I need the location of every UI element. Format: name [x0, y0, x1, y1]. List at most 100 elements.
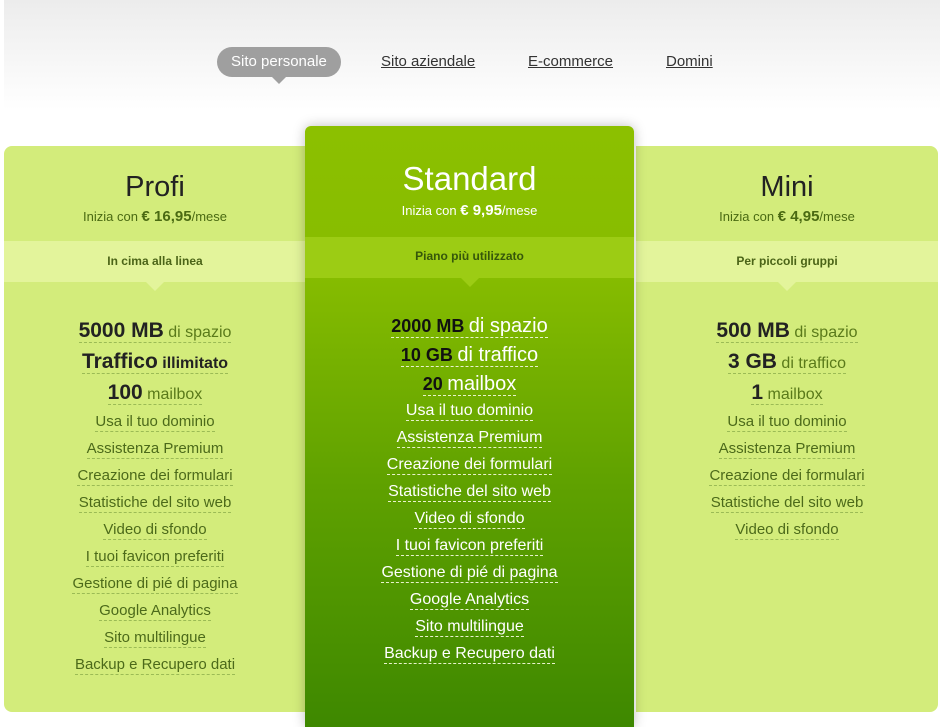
- plan-name: Mini: [760, 171, 814, 203]
- highlight-value: 20: [422, 374, 443, 394]
- feature-item[interactable]: Video di sfondo: [4, 517, 306, 544]
- highlight-mailbox: 20 mailbox: [305, 369, 634, 398]
- feature-item[interactable]: Sito multilingue: [305, 614, 634, 641]
- feature-item[interactable]: Statistiche del sito web: [4, 490, 306, 517]
- feature-label: Gestione di pié di pagina: [72, 575, 238, 594]
- plan-price: Inizia con € 4,95/mese: [636, 208, 938, 225]
- price-prefix: Inizia con: [401, 203, 457, 218]
- highlight-storage: 500 MB di spazio: [636, 316, 938, 347]
- feature-item[interactable]: Backup e Recupero dati: [4, 652, 306, 679]
- price-suffix: /mese: [501, 203, 538, 218]
- tab-sito-personale[interactable]: Sito personale: [217, 47, 341, 84]
- feature-label: Statistiche del sito web: [710, 494, 864, 513]
- plan-name: Standard: [402, 160, 537, 197]
- feature-label: Gestione di pié di pagina: [381, 564, 558, 583]
- highlight-value: 3 GB: [727, 350, 777, 373]
- feature-label: Usa il tuo dominio: [95, 413, 215, 432]
- price-amount: € 16,95: [141, 208, 192, 225]
- tab-domini[interactable]: Domini: [666, 47, 713, 77]
- feature-label: Video di sfondo: [414, 510, 525, 529]
- feature-label: Creazione dei formulari: [709, 467, 865, 486]
- highlight-value: 1: [751, 381, 764, 404]
- highlight-value: 2000 MB: [391, 316, 465, 336]
- plan-price: Inizia con € 9,95/mese: [305, 202, 634, 219]
- feature-label: Usa il tuo dominio: [727, 413, 847, 432]
- price-prefix: Inizia con: [719, 209, 775, 224]
- feature-label: I tuoi favicon preferiti: [395, 537, 544, 556]
- feature-label: Backup e Recupero dati: [384, 645, 555, 664]
- feature-list: 2000 MB di spazio 10 GB di traffico 20 m…: [305, 311, 634, 668]
- highlight-mailbox: 1 mailbox: [636, 378, 938, 409]
- feature-item[interactable]: Usa il tuo dominio: [305, 398, 634, 425]
- price-amount: € 9,95: [460, 202, 502, 219]
- feature-label: Creazione dei formulari: [386, 456, 553, 475]
- plan-tagline: Per piccoli gruppi: [636, 241, 938, 291]
- feature-label: Assistenza Premium: [718, 440, 856, 459]
- price-suffix: /mese: [191, 209, 227, 224]
- highlight-value: Traffico: [81, 350, 158, 373]
- highlight-mailbox: 100 mailbox: [4, 378, 306, 409]
- feature-item[interactable]: Assistenza Premium: [4, 436, 306, 463]
- price-amount: € 4,95: [777, 208, 820, 225]
- highlight-unit: illimitato: [162, 355, 229, 372]
- feature-label: Google Analytics: [99, 602, 211, 621]
- highlight-unit: di spazio: [794, 324, 858, 341]
- feature-item[interactable]: Assistenza Premium: [305, 425, 634, 452]
- feature-list: 5000 MB di spazio Traffico illimitato 10…: [4, 316, 306, 679]
- feature-item[interactable]: Google Analytics: [4, 598, 306, 625]
- feature-item[interactable]: Google Analytics: [305, 587, 634, 614]
- feature-label: Video di sfondo: [735, 521, 839, 540]
- feature-label: Assistenza Premium: [396, 429, 543, 448]
- highlight-unit: mailbox: [447, 373, 517, 395]
- feature-item[interactable]: Creazione dei formulari: [4, 463, 306, 490]
- feature-item[interactable]: Statistiche del sito web: [636, 490, 938, 517]
- feature-item[interactable]: Video di sfondo: [636, 517, 938, 544]
- feature-item[interactable]: Gestione di pié di pagina: [305, 560, 634, 587]
- feature-item[interactable]: Video di sfondo: [305, 506, 634, 533]
- tab-sito-aziendale[interactable]: Sito aziendale: [381, 47, 475, 77]
- highlight-unit: di spazio: [468, 315, 548, 337]
- feature-item[interactable]: Sito multilingue: [4, 625, 306, 652]
- feature-item[interactable]: Statistiche del sito web: [305, 479, 634, 506]
- feature-item[interactable]: Usa il tuo dominio: [636, 409, 938, 436]
- highlight-traffic: 3 GB di traffico: [636, 347, 938, 378]
- highlight-unit: di spazio: [168, 324, 232, 341]
- feature-label: Creazione dei formulari: [77, 467, 233, 486]
- plan-name: Profi: [125, 171, 185, 203]
- feature-label: I tuoi favicon preferiti: [85, 548, 225, 567]
- highlight-value: 100: [107, 381, 143, 404]
- feature-label: Video di sfondo: [103, 521, 207, 540]
- price-prefix: Inizia con: [83, 209, 138, 224]
- highlight-value: 500 MB: [716, 319, 790, 342]
- plan-card-profi[interactable]: Profi Inizia con € 16,95/mese In cima al…: [4, 146, 306, 712]
- highlight-value: 10 GB: [400, 345, 453, 365]
- plan-card-mini[interactable]: Mini Inizia con € 4,95/mese Per piccoli …: [636, 146, 938, 712]
- feature-item[interactable]: I tuoi favicon preferiti: [4, 544, 306, 571]
- plan-tagline: In cima alla linea: [4, 241, 306, 291]
- highlight-unit: di traffico: [781, 355, 847, 372]
- highlight-unit: di traffico: [457, 344, 539, 366]
- feature-item[interactable]: Assistenza Premium: [636, 436, 938, 463]
- feature-item[interactable]: Creazione dei formulari: [305, 452, 634, 479]
- feature-item[interactable]: Usa il tuo dominio: [4, 409, 306, 436]
- price-suffix: /mese: [819, 209, 855, 224]
- plan-card-standard[interactable]: Standard Inizia con € 9,95/mese Piano pi…: [305, 126, 634, 727]
- feature-item[interactable]: I tuoi favicon preferiti: [305, 533, 634, 560]
- feature-label: Usa il tuo dominio: [405, 402, 534, 421]
- feature-item[interactable]: Gestione di pié di pagina: [4, 571, 306, 598]
- highlight-storage: 2000 MB di spazio: [305, 311, 634, 340]
- feature-label: Google Analytics: [409, 591, 530, 610]
- feature-label: Backup e Recupero dati: [74, 656, 236, 675]
- highlight-storage: 5000 MB di spazio: [4, 316, 306, 347]
- feature-label: Sito multilingue: [104, 629, 206, 648]
- highlight-value: 5000 MB: [78, 319, 164, 342]
- highlight-traffic: 10 GB di traffico: [305, 340, 634, 369]
- plan-tagline: Piano più utilizzato: [305, 237, 634, 287]
- feature-label: Statistiche del sito web: [78, 494, 232, 513]
- feature-label: Sito multilingue: [415, 618, 524, 637]
- highlight-traffic: Traffico illimitato: [4, 347, 306, 378]
- tab-e-commerce[interactable]: E-commerce: [528, 47, 613, 77]
- feature-item[interactable]: Creazione dei formulari: [636, 463, 938, 490]
- plan-price: Inizia con € 16,95/mese: [4, 208, 306, 225]
- feature-item[interactable]: Backup e Recupero dati: [305, 641, 634, 668]
